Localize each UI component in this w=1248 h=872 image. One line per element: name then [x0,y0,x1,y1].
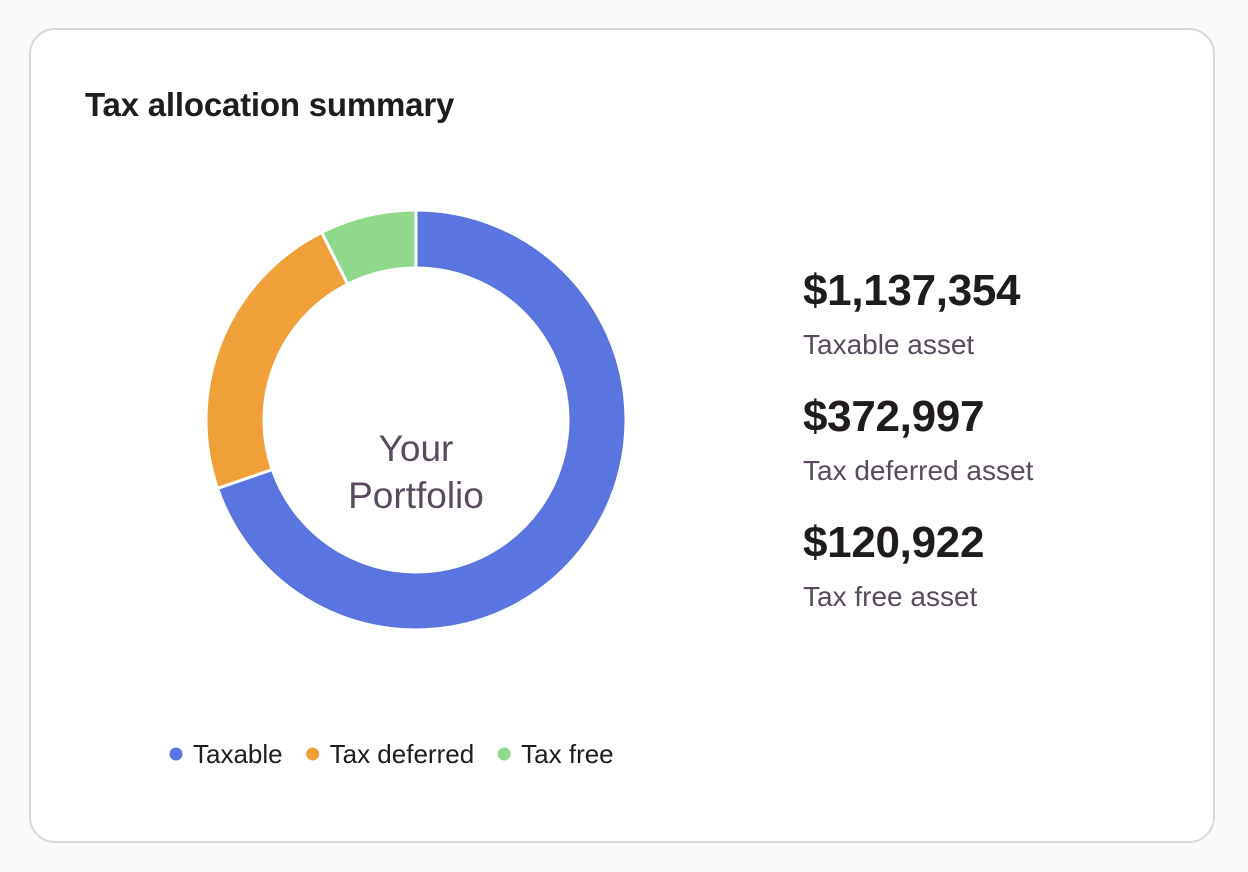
legend-dot-tax-free [497,747,511,761]
center-label-line-2: Portfolio [348,475,484,516]
donut-slices [204,208,628,632]
stat-label-tax-deferred: Tax deferred asset [803,455,1034,486]
stat-tax-deferred: $372,997 Tax deferred asset [803,390,1203,490]
stat-value-taxable: $1,137,354 [803,266,1021,315]
page: Tax allocation summary Your Portfolio Ta… [0,0,1248,872]
legend-dot-taxable [169,747,183,761]
stat-tax-free: $120,922 Tax free asset [803,516,1203,616]
stat-taxable: $1,137,354 Taxable asset [803,264,1203,364]
stat-value-tax-free: $120,922 [803,518,985,567]
legend-dot-tax-deferred [306,747,320,761]
legend-label-tax-free: Tax free [521,739,614,769]
center-label-line-1: Your [379,428,454,469]
stat-value-tax-deferred: $372,997 [803,392,985,441]
stat-label-tax-free: Tax free asset [803,581,978,612]
tax-allocation-card: Tax allocation summary Your Portfolio Ta… [29,28,1215,843]
legend-label-taxable: Taxable [193,739,283,769]
stat-label-taxable: Taxable asset [803,329,975,360]
legend-label-tax-deferred: Tax deferred [330,739,475,769]
asset-stats: $1,137,354 Taxable asset $372,997 Tax de… [803,264,1203,642]
donut-slice-tax-deferred[interactable] [204,230,350,490]
chart-legend: Taxable Tax deferred Tax free [169,739,614,769]
